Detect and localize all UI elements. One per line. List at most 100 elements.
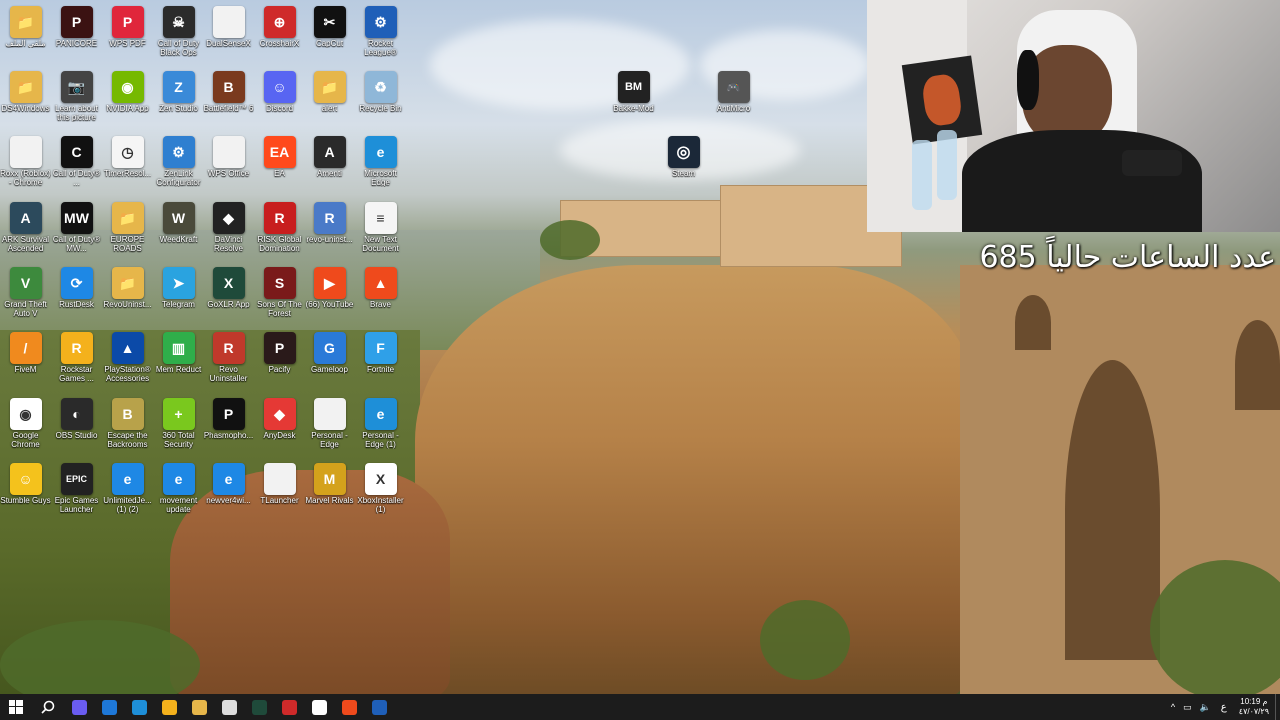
desktop-icon[interactable]: M Marvel Rivals bbox=[304, 461, 355, 525]
desktop-icon[interactable]: P Phasmopho... bbox=[203, 396, 254, 460]
folder-icon: 📁 bbox=[313, 71, 346, 103]
desktop-icon[interactable]: ➤ Telegram bbox=[153, 265, 204, 329]
desktop-icon[interactable]: e Personal - Edge (1) bbox=[355, 396, 406, 460]
desktop-icon[interactable]: BM Bakke-Mod bbox=[608, 69, 659, 133]
desktop-icon[interactable]: 📷 Learn about this picture bbox=[51, 69, 102, 133]
desktop-icon[interactable]: W WeedKraft bbox=[153, 200, 204, 264]
desktop-icon[interactable]: R Rockstar Games ... bbox=[51, 330, 102, 394]
desktop-icon[interactable]: e movement update bbox=[153, 461, 204, 525]
brave-icon: ▶ bbox=[313, 267, 346, 299]
desktop-icon[interactable]: 🎮 AntiMicro bbox=[708, 69, 759, 133]
input-language[interactable]: ع bbox=[1215, 702, 1233, 713]
desktop-icon[interactable]: B Battlefield™ 6 bbox=[203, 69, 254, 133]
desktop-icon[interactable]: ☺ Stumble Guys bbox=[0, 461, 51, 525]
desktop-icon-label: Mem Reduct bbox=[155, 365, 202, 374]
desktop-icon[interactable]: ⊕ CrosshairX bbox=[254, 4, 305, 68]
desktop-icon[interactable]: MW Call of Duty® MW... bbox=[51, 200, 102, 264]
desktop-icon[interactable]: 📁 EUROPE ROADS bbox=[102, 200, 153, 264]
desktop-icon[interactable]: e UnlimitedJe... (1) (2) bbox=[102, 461, 153, 525]
taskbar-app-button[interactable] bbox=[244, 694, 274, 720]
taskbar-app-button[interactable] bbox=[274, 694, 304, 720]
desktop-icon-label: Epic Games Launcher bbox=[54, 496, 99, 514]
desktop-icon[interactable]: ⟳ RustDesk bbox=[51, 265, 102, 329]
desktop-icon-label: RISK Global Domination bbox=[257, 235, 302, 253]
desktop-icon[interactable]: ☺ Discord bbox=[254, 69, 305, 133]
taskbar-app-button[interactable] bbox=[154, 694, 184, 720]
desktop-icon[interactable]: ▲ Brave bbox=[355, 265, 406, 329]
desktop-icon-label: (66) YouTube bbox=[305, 300, 354, 309]
desktop-icon[interactable]: ▥ Mem Reduct bbox=[153, 330, 204, 394]
taskbar-app-button[interactable] bbox=[124, 694, 154, 720]
desktop-icon[interactable]: S Sons Of The Forest bbox=[254, 265, 305, 329]
desktop-icon[interactable]: EA EA bbox=[254, 134, 305, 198]
desktop-icon[interactable]: +360 Total Security bbox=[153, 396, 204, 460]
clock[interactable]: 10:19 م ٤٧/٠٧/٢٩ bbox=[1233, 697, 1275, 717]
desktop-icon[interactable]: / FiveM bbox=[0, 330, 51, 394]
desktop-icon[interactable]: P WPS PDF bbox=[102, 4, 153, 68]
taskbar-app-button[interactable] bbox=[304, 694, 334, 720]
desktop-icon[interactable]: G Gameloop bbox=[304, 330, 355, 394]
desktop-icon[interactable]: ◎ Steam bbox=[658, 134, 709, 198]
taskbar-app-button[interactable] bbox=[94, 694, 124, 720]
taskbar-app-button[interactable] bbox=[334, 694, 364, 720]
risk-icon: R bbox=[263, 202, 296, 234]
desktop-icon[interactable]: P Pacify bbox=[254, 330, 305, 394]
desktop-icon[interactable]: ⚙ Rocket League® bbox=[355, 4, 406, 68]
desktop-icon[interactable]: 📁 RevoUninst... bbox=[102, 265, 153, 329]
desktop-icon-label: alert bbox=[321, 104, 338, 113]
network-icon[interactable]: ▭ bbox=[1179, 702, 1196, 713]
desktop-icon[interactable]: ≡ New Text Document bbox=[355, 200, 406, 264]
ie-icon: e bbox=[162, 463, 195, 495]
desktop-icon[interactable]: P PANICORE bbox=[51, 4, 102, 68]
desktop-icon[interactable]: ✂ CapCut bbox=[304, 4, 355, 68]
desktop-icon[interactable]: DualSenseX bbox=[203, 4, 254, 68]
desktop-icon[interactable]: ◉ Google Chrome bbox=[0, 396, 51, 460]
desktop-icon[interactable]: ◉ NVIDIA App bbox=[102, 69, 153, 133]
desktop-icon[interactable]: F Fortnite bbox=[355, 330, 406, 394]
desktop-icon[interactable]: e Microsoft Edge bbox=[355, 134, 406, 198]
chevron-up-icon[interactable]: ^ bbox=[1167, 702, 1179, 712]
volume-icon[interactable]: 🔈 bbox=[1196, 702, 1215, 713]
desktop-icon[interactable]: ♻ Recycle Bin bbox=[355, 69, 406, 133]
desktop-icon[interactable]: ◆ AnyDesk bbox=[254, 396, 305, 460]
desktop-icon[interactable]: Z Zen Studio bbox=[153, 69, 204, 133]
desktop-icon-label: Pacify bbox=[268, 365, 291, 374]
taskbar-app-button[interactable] bbox=[364, 694, 394, 720]
desktop-icon[interactable]: B Escape the Backrooms bbox=[102, 396, 153, 460]
desktop-icon[interactable]: Roxx (Roblox) - Chrome bbox=[0, 134, 51, 198]
desktop-icon[interactable]: 📁 ملفي الملف bbox=[0, 4, 51, 68]
desktop-icon[interactable]: e newver4wi... bbox=[203, 461, 254, 525]
desktop-icon[interactable]: ▶ (66) YouTube bbox=[304, 265, 355, 329]
taskbar-app-button[interactable] bbox=[64, 694, 94, 720]
desktop-icon[interactable]: R RISK Global Domination bbox=[254, 200, 305, 264]
desktop-icon[interactable]: ▲ PlayStation® Accessories bbox=[102, 330, 153, 394]
desktop-icon[interactable]: X GoXLR App bbox=[203, 265, 254, 329]
taskbar-app-button[interactable] bbox=[214, 694, 244, 720]
desktop-icon[interactable]: ⚙ ZenLink Configurator bbox=[153, 134, 204, 198]
desktop-icon[interactable]: EPIC Epic Games Launcher bbox=[51, 461, 102, 525]
desktop-icon[interactable]: Rrevo-uninst... bbox=[304, 200, 355, 264]
search-button[interactable] bbox=[32, 694, 64, 720]
brave-icon bbox=[341, 699, 357, 715]
desktop-icon[interactable]: A ARK Survival Ascended bbox=[0, 200, 51, 264]
desktop-icon[interactable]: ◷ TimerResol... bbox=[102, 134, 153, 198]
desktop-icon[interactable]: V Grand Theft Auto V bbox=[0, 265, 51, 329]
desktop-icon[interactable]: 📁 alert bbox=[304, 69, 355, 133]
desktop-icon[interactable]: ◆ DaVinci Resolve bbox=[203, 200, 254, 264]
show-desktop-button[interactable] bbox=[1275, 694, 1280, 720]
desktop-icon[interactable]: TLauncher bbox=[254, 461, 305, 525]
desktop-icon[interactable]: ◐ OBS Studio bbox=[51, 396, 102, 460]
start-button[interactable] bbox=[0, 694, 32, 720]
desktop-icon[interactable]: X XboxInstaller (1) bbox=[355, 461, 406, 525]
desktop-icon[interactable]: R Revo Uninstaller bbox=[203, 330, 254, 394]
desktop-icon-label: NVIDIA App bbox=[106, 104, 149, 113]
bridge-arch bbox=[1065, 360, 1160, 660]
desktop-icon[interactable]: A Amenti bbox=[304, 134, 355, 198]
desktop-icon[interactable]: WPS Office bbox=[203, 134, 254, 198]
desktop-icon[interactable]: 📁 DS4Windows bbox=[0, 69, 51, 133]
desktop-icon[interactable]: C Call of Duty® ... bbox=[51, 134, 102, 198]
taskbar-app-button[interactable] bbox=[184, 694, 214, 720]
desktop-icon[interactable]: ☠ Call of Duty Black Ops bbox=[153, 4, 204, 68]
rocket-league-icon: ⚙ bbox=[364, 6, 397, 38]
desktop-icon[interactable]: Personal - Edge bbox=[304, 396, 355, 460]
